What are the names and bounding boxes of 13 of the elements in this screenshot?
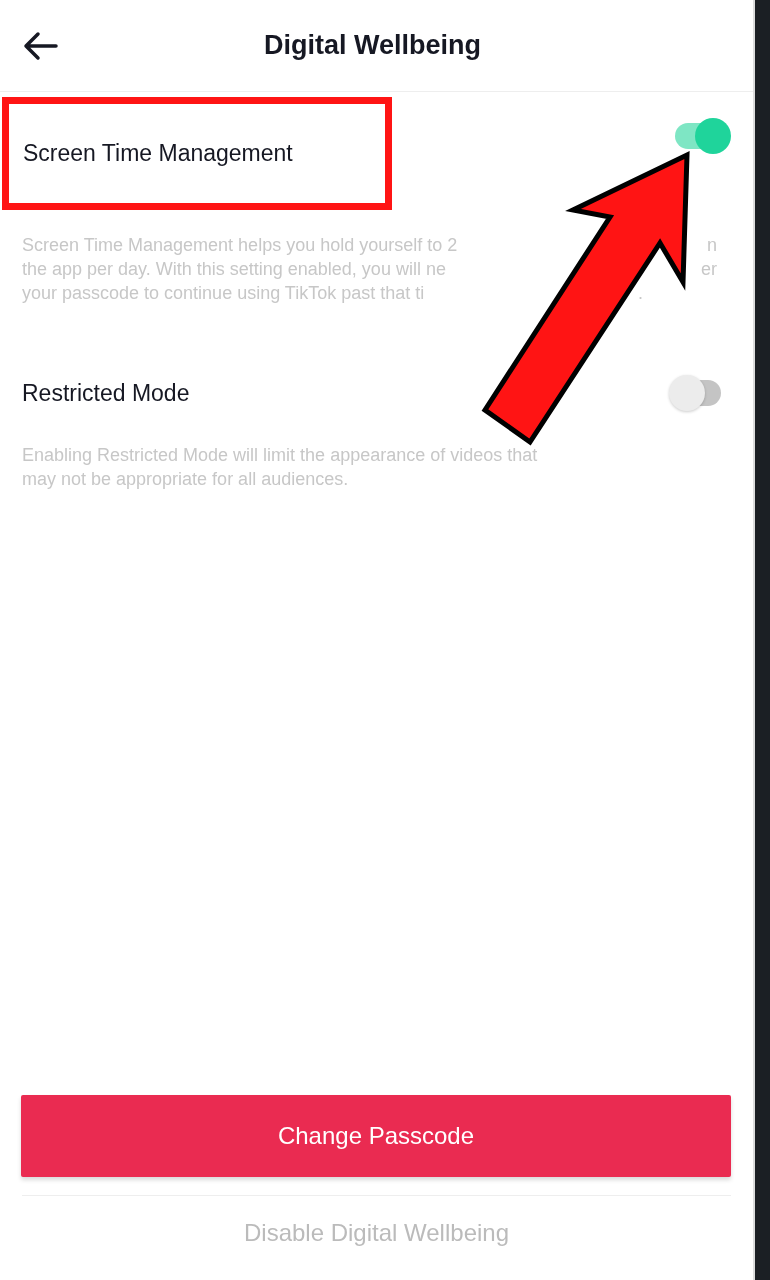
setting-label: Restricted Mode	[22, 378, 190, 408]
description-text: your passcode to continue using TikTok past that ti	[22, 282, 425, 305]
description-text: n	[707, 234, 717, 257]
description-text: .	[638, 282, 643, 305]
description-text: may not be appropriate for all audiences.	[22, 468, 349, 491]
description-text: Screen Time Management helps you hold yourself to 2	[22, 234, 458, 257]
change-passcode-button[interactable]: Change Passcode	[21, 1095, 731, 1177]
description-text: er	[701, 258, 717, 281]
page-title: Digital Wellbeing	[263, 29, 482, 62]
description-text: the app per day. With this setting enabled, you will ne	[22, 258, 446, 281]
setting-label: Screen Time Management	[23, 139, 293, 169]
description-text: Enabling Restricted Mode will limit the appearance of videos that	[22, 444, 538, 467]
back-icon[interactable]	[22, 30, 58, 61]
